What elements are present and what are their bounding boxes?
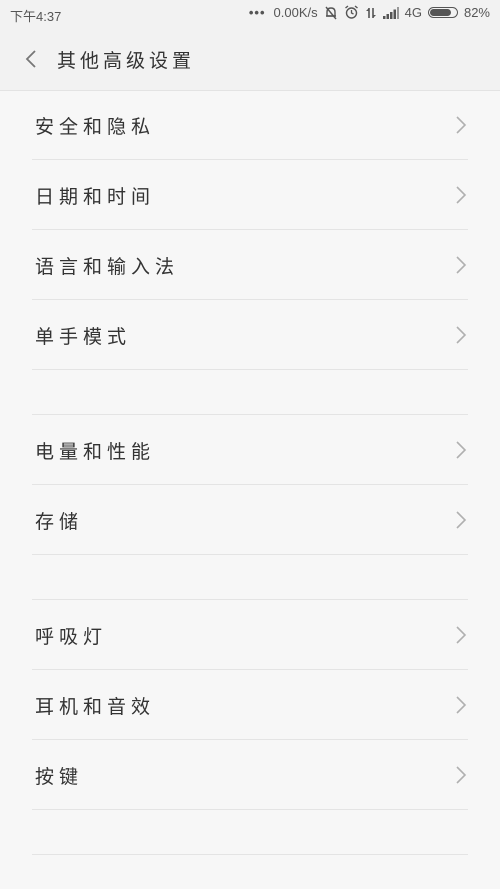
settings-item[interactable]: 存储 <box>32 485 468 555</box>
settings-list: 安全和隐私日期和时间语言和输入法 单手模式电量和性能存储呼吸灯耳机和音效按键 <box>0 90 500 855</box>
data-arrows-icon <box>365 7 376 18</box>
chevron-right-icon <box>456 696 467 714</box>
chevron-right-icon <box>456 116 467 134</box>
settings-item[interactable]: 按键 <box>32 740 468 810</box>
settings-item-label: 语言和输入法 <box>35 256 180 278</box>
settings-item[interactable]: 日期和时间 <box>32 160 468 230</box>
settings-item-label: 电量和性能 <box>35 441 156 463</box>
network-speed: 0.00K/s <box>273 5 318 20</box>
chevron-right-icon <box>456 766 467 784</box>
chevron-right-icon <box>456 186 467 204</box>
section-divider <box>32 555 468 600</box>
settings-item-label: 存储 <box>35 511 84 533</box>
settings-item[interactable]: 安全和隐私 <box>32 90 468 160</box>
chevron-right-icon <box>456 256 467 274</box>
chevron-left-icon[interactable] <box>20 47 44 71</box>
section-divider <box>32 370 468 415</box>
chevron-right-icon <box>456 326 467 344</box>
battery-level-fill <box>429 9 451 16</box>
settings-item-label: 按键 <box>35 766 84 788</box>
settings-item-label: 安全和隐私 <box>35 116 156 138</box>
chevron-right-icon <box>456 511 467 529</box>
settings-item[interactable]: 呼吸灯 <box>32 600 468 670</box>
alarm-clock-icon <box>344 5 358 19</box>
settings-item[interactable]: 电量和性能 <box>32 415 468 485</box>
signal-strength-icon <box>382 6 399 19</box>
battery-icon <box>427 7 458 18</box>
settings-item-label: 日期和时间 <box>35 186 156 208</box>
settings-item[interactable]: 耳机和音效 <box>32 670 468 740</box>
bell-off-icon <box>325 6 337 19</box>
section-divider <box>32 810 468 855</box>
page-title: 其他高级设置 <box>57 50 196 72</box>
battery-percent: 82% <box>463 5 490 20</box>
chevron-right-icon <box>456 441 467 459</box>
settings-item-label: 单手模式 <box>35 326 132 348</box>
chevron-right-icon <box>456 626 467 644</box>
app-header: 其他高级设置 <box>0 28 500 91</box>
status-bar: 下午4:37 ••• 0.00K/s 4G 82% <box>0 0 500 28</box>
settings-item-label: 耳机和音效 <box>35 696 156 718</box>
network-type: 4G <box>404 5 422 20</box>
settings-item-label: 呼吸灯 <box>35 626 108 648</box>
settings-item[interactable]: 单手模式 <box>32 300 468 370</box>
settings-item[interactable]: 语言和输入法 <box>32 230 468 300</box>
status-time: 下午4:37 <box>10 9 62 24</box>
more-notifications-icon: ••• <box>248 5 266 20</box>
status-icons: ••• 0.00K/s 4G 82% <box>249 5 490 20</box>
